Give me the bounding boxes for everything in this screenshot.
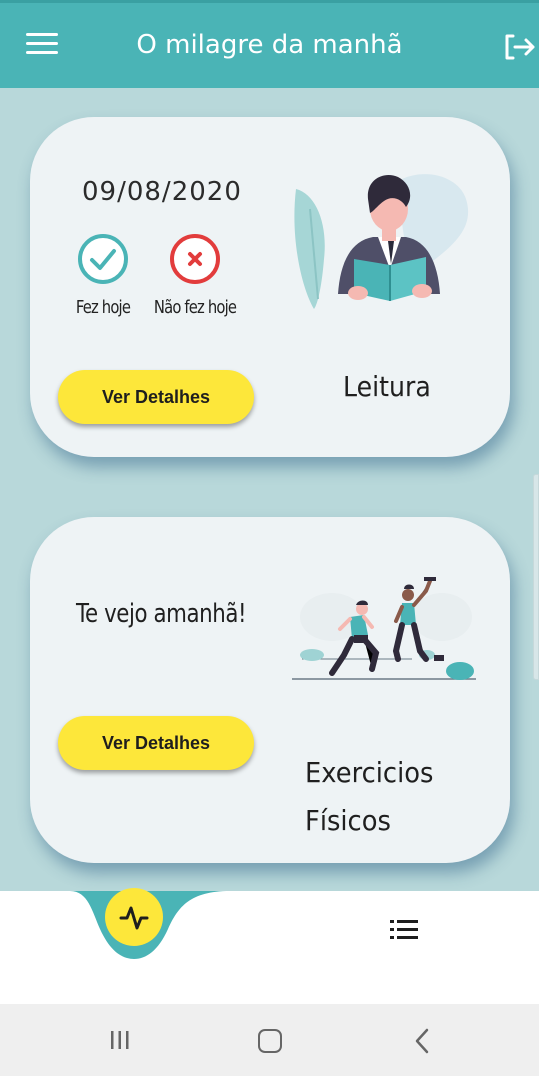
nav-tab-activity[interactable] <box>105 888 163 946</box>
see-you-tomorrow-message: Te vejo amanhã! <box>76 599 247 629</box>
activity-title: Leitura <box>343 370 431 403</box>
recent-apps-icon[interactable] <box>109 1029 131 1051</box>
not-done-today-option[interactable]: Não fez hoje <box>140 233 250 318</box>
system-navigation-bar <box>0 1004 539 1076</box>
people-exercising-illustration <box>292 577 476 680</box>
activity-card-exercicios: Te vejo amanhã! Ver Detalhes Exercicios … <box>30 517 510 863</box>
done-today-label: Fez hoje <box>75 297 131 318</box>
view-details-button[interactable]: Ver Detalhes <box>58 370 254 424</box>
view-details-button[interactable]: Ver Detalhes <box>58 716 254 770</box>
card-date: 09/08/2020 <box>82 177 242 207</box>
scrollbar[interactable] <box>533 474 539 680</box>
activity-card-leitura: 09/08/2020 Fez hoje Não fez hoje Ver Det… <box>30 117 510 457</box>
app-title: O milagre da manhã <box>136 30 403 60</box>
not-done-today-label: Não fez hoje <box>153 297 237 318</box>
list-icon[interactable] <box>388 917 420 943</box>
activity-title: Exercicios Físicos <box>305 749 433 845</box>
check-circle-icon <box>78 234 128 284</box>
home-icon[interactable] <box>258 1029 282 1053</box>
app-bar: O milagre da manhã <box>0 0 539 88</box>
person-reading-illustration <box>294 174 469 309</box>
activity-title-line1: Exercicios <box>305 756 434 789</box>
back-icon[interactable] <box>411 1028 433 1054</box>
bottom-navigation <box>0 888 539 1004</box>
logout-icon[interactable] <box>503 31 537 63</box>
activity-title-line2: Físicos <box>305 804 391 837</box>
activity-pulse-icon <box>119 906 149 930</box>
x-circle-icon <box>170 234 220 284</box>
